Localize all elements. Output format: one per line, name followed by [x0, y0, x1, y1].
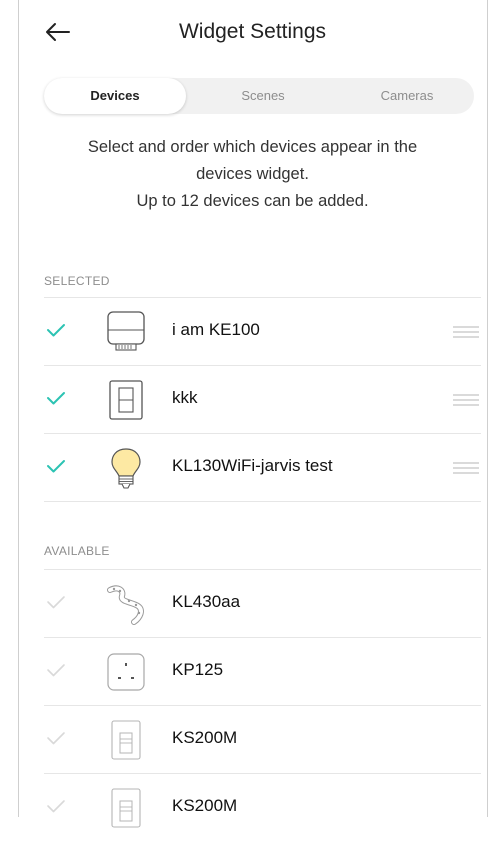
page-title: Widget Settings	[178, 20, 327, 43]
description-line-1: Select and order which devices appear in…	[87, 138, 418, 156]
check-icon[interactable]	[46, 796, 66, 816]
segmented-tabs: Devices Scenes Cameras	[44, 78, 474, 114]
check-icon[interactable]	[46, 320, 66, 340]
description-line-2: devices widget.	[196, 165, 309, 183]
selected-row-ke100[interactable]: i am KE100	[44, 297, 481, 365]
tab-cameras[interactable]: Cameras	[340, 78, 474, 114]
device-name: KL430aa	[172, 592, 241, 611]
device-name: KL130WiFi-jarvis test	[172, 456, 333, 475]
description-line-3: Up to 12 devices can be added.	[136, 192, 369, 210]
device-name: KP125	[172, 660, 224, 679]
available-row-kp125[interactable]: KP125	[44, 637, 481, 705]
available-row-kl430aa[interactable]: KL430aa	[44, 569, 481, 637]
smart-plug-icon	[107, 653, 145, 691]
device-name: KS200M	[172, 728, 238, 747]
header: Widget Settings	[18, 0, 487, 64]
check-icon[interactable]	[46, 592, 66, 612]
check-icon[interactable]	[46, 728, 66, 748]
section-label-available: AVAILABLE	[44, 544, 110, 558]
drag-handle-icon[interactable]	[453, 460, 479, 476]
drag-handle-icon[interactable]	[453, 392, 479, 408]
thermostat-valve-icon	[107, 311, 145, 351]
description: Select and order which devices appear in…	[18, 134, 487, 215]
available-row-ks200m[interactable]: KS200M	[44, 705, 481, 773]
tab-devices[interactable]: Devices	[44, 78, 186, 114]
selected-row-kkk[interactable]: kkk	[44, 365, 481, 433]
check-icon[interactable]	[46, 388, 66, 408]
device-name: kkk	[172, 388, 198, 407]
selected-row-kl130[interactable]: KL130WiFi-jarvis test	[44, 433, 481, 501]
left-frame-border	[18, 0, 19, 817]
drag-handle-icon[interactable]	[453, 324, 479, 340]
section-label-selected: SELECTED	[44, 274, 110, 288]
light-switch-icon	[109, 380, 143, 420]
wall-switch-icon	[111, 720, 141, 760]
check-icon[interactable]	[46, 660, 66, 680]
device-name: KS200M	[172, 796, 238, 815]
device-name: i am KE100	[172, 320, 260, 339]
light-strip-icon	[107, 585, 144, 625]
section-divider	[44, 501, 481, 502]
available-row-ks200m-2[interactable]: KS200M	[44, 773, 481, 841]
light-bulb-icon	[111, 448, 141, 489]
tab-scenes[interactable]: Scenes	[192, 78, 334, 114]
check-icon[interactable]	[46, 456, 66, 476]
right-frame-border	[487, 0, 488, 817]
wall-switch-icon	[111, 788, 141, 828]
